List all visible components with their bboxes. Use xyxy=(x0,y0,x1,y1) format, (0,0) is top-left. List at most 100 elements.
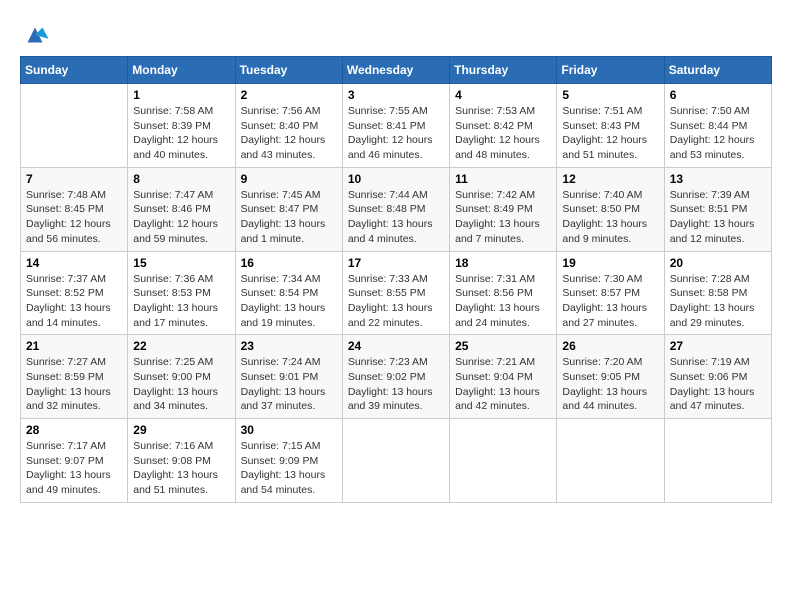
day-info: Sunrise: 7:40 AM Sunset: 8:50 PM Dayligh… xyxy=(562,188,658,247)
day-info: Sunrise: 7:39 AM Sunset: 8:51 PM Dayligh… xyxy=(670,188,766,247)
sunrise: Sunrise: 7:42 AM xyxy=(455,189,535,201)
day-number: 27 xyxy=(670,339,766,353)
daylight: Daylight: 13 hours and 47 minutes. xyxy=(670,386,755,413)
sunrise: Sunrise: 7:27 AM xyxy=(26,356,106,368)
weekday-header: Friday xyxy=(557,57,664,84)
day-info: Sunrise: 7:44 AM Sunset: 8:48 PM Dayligh… xyxy=(348,188,444,247)
logo xyxy=(20,20,54,50)
sunrise: Sunrise: 7:55 AM xyxy=(348,105,428,117)
sunrise: Sunrise: 7:28 AM xyxy=(670,273,750,285)
calendar-cell: 24 Sunrise: 7:23 AM Sunset: 9:02 PM Dayl… xyxy=(342,335,449,419)
day-info: Sunrise: 7:42 AM Sunset: 8:49 PM Dayligh… xyxy=(455,188,551,247)
day-info: Sunrise: 7:37 AM Sunset: 8:52 PM Dayligh… xyxy=(26,272,122,331)
daylight: Daylight: 13 hours and 27 minutes. xyxy=(562,302,647,329)
day-number: 30 xyxy=(241,423,337,437)
weekday-header: Saturday xyxy=(664,57,771,84)
daylight: Daylight: 13 hours and 42 minutes. xyxy=(455,386,540,413)
calendar-cell: 23 Sunrise: 7:24 AM Sunset: 9:01 PM Dayl… xyxy=(235,335,342,419)
sunrise: Sunrise: 7:31 AM xyxy=(455,273,535,285)
day-number: 17 xyxy=(348,256,444,270)
day-info: Sunrise: 7:20 AM Sunset: 9:05 PM Dayligh… xyxy=(562,355,658,414)
day-info: Sunrise: 7:30 AM Sunset: 8:57 PM Dayligh… xyxy=(562,272,658,331)
daylight: Daylight: 13 hours and 37 minutes. xyxy=(241,386,326,413)
sunset: Sunset: 9:07 PM xyxy=(26,455,104,467)
day-number: 24 xyxy=(348,339,444,353)
calendar-cell: 8 Sunrise: 7:47 AM Sunset: 8:46 PM Dayli… xyxy=(128,167,235,251)
calendar-table: SundayMondayTuesdayWednesdayThursdayFrid… xyxy=(20,56,772,503)
day-number: 16 xyxy=(241,256,337,270)
day-number: 7 xyxy=(26,172,122,186)
calendar-week-row: 1 Sunrise: 7:58 AM Sunset: 8:39 PM Dayli… xyxy=(21,84,772,168)
calendar-cell: 10 Sunrise: 7:44 AM Sunset: 8:48 PM Dayl… xyxy=(342,167,449,251)
sunrise: Sunrise: 7:53 AM xyxy=(455,105,535,117)
calendar-cell: 17 Sunrise: 7:33 AM Sunset: 8:55 PM Dayl… xyxy=(342,251,449,335)
sunset: Sunset: 8:40 PM xyxy=(241,120,319,132)
calendar-week-row: 7 Sunrise: 7:48 AM Sunset: 8:45 PM Dayli… xyxy=(21,167,772,251)
page-header xyxy=(20,20,772,50)
daylight: Daylight: 13 hours and 39 minutes. xyxy=(348,386,433,413)
sunset: Sunset: 8:46 PM xyxy=(133,203,211,215)
daylight: Daylight: 13 hours and 4 minutes. xyxy=(348,218,433,245)
day-number: 14 xyxy=(26,256,122,270)
sunrise: Sunrise: 7:23 AM xyxy=(348,356,428,368)
day-number: 2 xyxy=(241,88,337,102)
sunset: Sunset: 8:39 PM xyxy=(133,120,211,132)
day-number: 10 xyxy=(348,172,444,186)
sunset: Sunset: 8:43 PM xyxy=(562,120,640,132)
calendar-week-row: 21 Sunrise: 7:27 AM Sunset: 8:59 PM Dayl… xyxy=(21,335,772,419)
calendar-cell: 13 Sunrise: 7:39 AM Sunset: 8:51 PM Dayl… xyxy=(664,167,771,251)
sunrise: Sunrise: 7:25 AM xyxy=(133,356,213,368)
calendar-cell xyxy=(557,419,664,503)
daylight: Daylight: 13 hours and 44 minutes. xyxy=(562,386,647,413)
daylight: Daylight: 13 hours and 12 minutes. xyxy=(670,218,755,245)
sunset: Sunset: 9:04 PM xyxy=(455,371,533,383)
day-info: Sunrise: 7:28 AM Sunset: 8:58 PM Dayligh… xyxy=(670,272,766,331)
calendar-cell: 21 Sunrise: 7:27 AM Sunset: 8:59 PM Dayl… xyxy=(21,335,128,419)
daylight: Daylight: 12 hours and 40 minutes. xyxy=(133,134,218,161)
day-info: Sunrise: 7:21 AM Sunset: 9:04 PM Dayligh… xyxy=(455,355,551,414)
day-info: Sunrise: 7:16 AM Sunset: 9:08 PM Dayligh… xyxy=(133,439,229,498)
daylight: Daylight: 13 hours and 9 minutes. xyxy=(562,218,647,245)
day-number: 8 xyxy=(133,172,229,186)
day-number: 12 xyxy=(562,172,658,186)
weekday-row: SundayMondayTuesdayWednesdayThursdayFrid… xyxy=(21,57,772,84)
logo-icon xyxy=(20,20,50,50)
daylight: Daylight: 13 hours and 19 minutes. xyxy=(241,302,326,329)
daylight: Daylight: 13 hours and 24 minutes. xyxy=(455,302,540,329)
daylight: Daylight: 13 hours and 17 minutes. xyxy=(133,302,218,329)
sunrise: Sunrise: 7:37 AM xyxy=(26,273,106,285)
weekday-header: Tuesday xyxy=(235,57,342,84)
sunrise: Sunrise: 7:44 AM xyxy=(348,189,428,201)
calendar-cell: 22 Sunrise: 7:25 AM Sunset: 9:00 PM Dayl… xyxy=(128,335,235,419)
day-info: Sunrise: 7:19 AM Sunset: 9:06 PM Dayligh… xyxy=(670,355,766,414)
day-number: 19 xyxy=(562,256,658,270)
calendar-cell xyxy=(664,419,771,503)
daylight: Daylight: 12 hours and 59 minutes. xyxy=(133,218,218,245)
sunrise: Sunrise: 7:45 AM xyxy=(241,189,321,201)
sunrise: Sunrise: 7:51 AM xyxy=(562,105,642,117)
sunset: Sunset: 9:02 PM xyxy=(348,371,426,383)
calendar-cell: 29 Sunrise: 7:16 AM Sunset: 9:08 PM Dayl… xyxy=(128,419,235,503)
sunset: Sunset: 8:44 PM xyxy=(670,120,748,132)
sunset: Sunset: 8:42 PM xyxy=(455,120,533,132)
day-info: Sunrise: 7:53 AM Sunset: 8:42 PM Dayligh… xyxy=(455,104,551,163)
sunrise: Sunrise: 7:50 AM xyxy=(670,105,750,117)
day-number: 15 xyxy=(133,256,229,270)
day-number: 29 xyxy=(133,423,229,437)
daylight: Daylight: 13 hours and 32 minutes. xyxy=(26,386,111,413)
calendar-cell: 20 Sunrise: 7:28 AM Sunset: 8:58 PM Dayl… xyxy=(664,251,771,335)
sunset: Sunset: 8:51 PM xyxy=(670,203,748,215)
calendar-cell: 16 Sunrise: 7:34 AM Sunset: 8:54 PM Dayl… xyxy=(235,251,342,335)
sunrise: Sunrise: 7:19 AM xyxy=(670,356,750,368)
sunrise: Sunrise: 7:56 AM xyxy=(241,105,321,117)
day-info: Sunrise: 7:27 AM Sunset: 8:59 PM Dayligh… xyxy=(26,355,122,414)
daylight: Daylight: 12 hours and 53 minutes. xyxy=(670,134,755,161)
calendar-cell: 12 Sunrise: 7:40 AM Sunset: 8:50 PM Dayl… xyxy=(557,167,664,251)
day-info: Sunrise: 7:36 AM Sunset: 8:53 PM Dayligh… xyxy=(133,272,229,331)
calendar-cell: 7 Sunrise: 7:48 AM Sunset: 8:45 PM Dayli… xyxy=(21,167,128,251)
day-info: Sunrise: 7:33 AM Sunset: 8:55 PM Dayligh… xyxy=(348,272,444,331)
day-number: 25 xyxy=(455,339,551,353)
sunrise: Sunrise: 7:16 AM xyxy=(133,440,213,452)
calendar-cell: 25 Sunrise: 7:21 AM Sunset: 9:04 PM Dayl… xyxy=(450,335,557,419)
sunrise: Sunrise: 7:21 AM xyxy=(455,356,535,368)
